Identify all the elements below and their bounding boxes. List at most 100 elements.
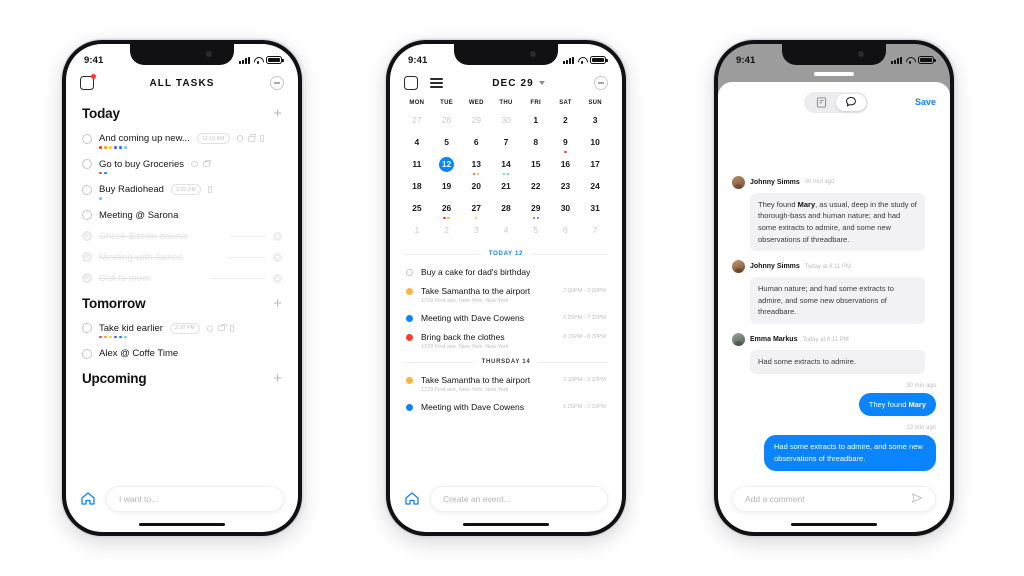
event-input[interactable]: Create an event...: [430, 485, 608, 512]
task-checkbox[interactable]: [82, 323, 92, 334]
home-icon[interactable]: [80, 491, 96, 506]
calendar-day-cell[interactable]: 4: [402, 134, 432, 156]
add-task-button[interactable]: +: [273, 371, 282, 386]
save-button[interactable]: Save: [915, 97, 936, 107]
add-task-button[interactable]: +: [273, 296, 282, 311]
task-checkbox[interactable]: [82, 348, 92, 359]
comment-bubble-icon[interactable]: [836, 93, 867, 111]
calendar-day-number: 15: [530, 159, 541, 169]
square-icon[interactable]: [404, 76, 418, 90]
event-item[interactable]: Buy a cake for dad's birthday: [390, 260, 622, 279]
phone-tasks: 9:41 ALL TASKS Today + And coming up new..…: [60, 38, 306, 540]
calendar-day-cell[interactable]: 22: [521, 178, 551, 200]
calendar-day-cell[interactable]: 28: [491, 200, 521, 222]
calendar-day-cell[interactable]: 5: [432, 134, 462, 156]
send-icon[interactable]: [911, 492, 923, 506]
calendar-day-cell[interactable]: 1: [402, 222, 432, 244]
task-checkbox[interactable]: [82, 159, 92, 170]
note-icon[interactable]: [806, 94, 836, 111]
calendar-day-cell[interactable]: 30: [491, 112, 521, 134]
event-item[interactable]: Bring back the clothes 1729 First ave, Ne…: [390, 325, 622, 352]
calendar-day-cell[interactable]: 20: [461, 178, 491, 200]
task-checkbox[interactable]: [82, 210, 92, 221]
events-scroll[interactable]: TODAY 12 Buy a cake for dad's birthday Tak…: [390, 244, 622, 480]
task-item[interactable]: Call to mom: [66, 267, 298, 288]
chevron-down-icon: [538, 81, 545, 85]
task-item[interactable]: Alex @ Coffe Time: [66, 342, 298, 363]
message-list[interactable]: Johnny Simms 30 min ago They found Mary, a…: [718, 117, 950, 480]
tasks-scroll[interactable]: Today + And coming up new... 12:15 AM Go to …: [66, 98, 298, 480]
task-item[interactable]: And coming up new... 12:15 AM: [66, 127, 298, 153]
calendar-day-cell[interactable]: 27: [461, 200, 491, 222]
calendar-day-cell[interactable]: 6: [461, 134, 491, 156]
calendar-day-cell[interactable]: 14: [491, 156, 521, 178]
calendar-day-cell[interactable]: 26: [432, 200, 462, 222]
calendar-day-cell[interactable]: 3: [580, 112, 610, 134]
task-item[interactable]: Meeting @ Sarona: [66, 204, 298, 225]
calendar-day-cell[interactable]: 12: [432, 156, 462, 178]
calendar-day-cell[interactable]: 31: [580, 200, 610, 222]
calendar-day-cell[interactable]: 8: [521, 134, 551, 156]
event-item[interactable]: Take Samantha to the airport 1729 First a…: [390, 368, 622, 395]
calendar-day-cell[interactable]: 27: [402, 112, 432, 134]
task-checkbox[interactable]: [82, 273, 92, 284]
sheet-drag-handle[interactable]: [814, 72, 854, 76]
calendar-day-cell[interactable]: 9: [551, 134, 581, 156]
calendar-day-number: 17: [590, 159, 600, 169]
circle-minus-icon[interactable]: [270, 76, 284, 90]
add-task-button[interactable]: +: [273, 106, 282, 121]
task-item[interactable]: Take kid earlier 3:30 PM: [66, 317, 298, 343]
calendar-day-cell[interactable]: 21: [491, 178, 521, 200]
task-item[interactable]: Buy Radiohead 3:30 PM: [66, 178, 298, 204]
calendar-day-cell[interactable]: 15: [521, 156, 551, 178]
calendar-day-cell[interactable]: 25: [402, 200, 432, 222]
task-checkbox[interactable]: [82, 184, 92, 195]
calendar-day-cell[interactable]: 16: [551, 156, 581, 178]
remove-task-icon[interactable]: [273, 273, 282, 283]
task-item[interactable]: Meeting with James: [66, 246, 298, 267]
calendar-day-cell[interactable]: 7: [491, 134, 521, 156]
calendar-day-cell[interactable]: 29: [521, 200, 551, 222]
calendar-day-cell[interactable]: 2: [551, 112, 581, 134]
task-checkbox[interactable]: [82, 133, 92, 144]
event-checkbox[interactable]: [406, 269, 413, 276]
hamburger-icon[interactable]: [430, 78, 443, 88]
task-input[interactable]: I want to...: [106, 485, 284, 512]
calendar-day-cell[interactable]: 23: [551, 178, 581, 200]
task-item[interactable]: Go to buy Groceries: [66, 153, 298, 179]
calendar-day-cell[interactable]: 3: [461, 222, 491, 244]
calendar-day-cell[interactable]: 7: [580, 222, 610, 244]
calendar-day-cell[interactable]: 2: [432, 222, 462, 244]
calendar-day-cell[interactable]: 18: [402, 178, 432, 200]
calendar-day-cell[interactable]: 6: [551, 222, 581, 244]
square-badge-icon[interactable]: [80, 74, 96, 90]
remove-task-icon[interactable]: [273, 252, 283, 262]
calendar-day-cell[interactable]: 24: [580, 178, 610, 200]
calendar-day-cell[interactable]: 1: [521, 112, 551, 134]
event-item[interactable]: Meeting with Dave Cowens 6:25PM - 7:32PM: [390, 306, 622, 325]
message-timestamp: 13 min ago: [906, 425, 936, 432]
calendar-title[interactable]: DEC 29: [492, 78, 545, 89]
calendar-day-cell[interactable]: 10: [580, 134, 610, 156]
comments-screen: 9:41 Save Johnny Simms 30 min ago They f…: [718, 44, 950, 532]
task-checkbox[interactable]: [82, 231, 92, 242]
comment-input[interactable]: Add a comment: [732, 485, 936, 512]
circle-minus-icon[interactable]: [594, 76, 608, 90]
event-item[interactable]: Meeting with Dave Cowens 6:25PM - 7:32PM: [390, 395, 622, 414]
task-checkbox[interactable]: [82, 252, 92, 263]
calendar-day-cell[interactable]: 30: [551, 200, 581, 222]
calendar-day-cell[interactable]: 4: [491, 222, 521, 244]
message-timestamp: Today at 6:11 PM: [804, 263, 852, 270]
calendar-day-cell[interactable]: 5: [521, 222, 551, 244]
calendar-day-cell[interactable]: 29: [461, 112, 491, 134]
calendar-day-cell[interactable]: 13: [461, 156, 491, 178]
home-icon[interactable]: [404, 491, 420, 506]
calendar-day-cell[interactable]: 17: [580, 156, 610, 178]
weekday-label: FRI: [530, 100, 541, 106]
task-item[interactable]: Check Bitcoin course: [66, 225, 298, 246]
event-item[interactable]: Take Samantha to the airport 1729 First a…: [390, 279, 622, 306]
calendar-day-cell[interactable]: 11: [402, 156, 432, 178]
calendar-day-cell[interactable]: 19: [432, 178, 462, 200]
calendar-day-cell[interactable]: 28: [432, 112, 462, 134]
remove-task-icon[interactable]: [273, 231, 283, 241]
